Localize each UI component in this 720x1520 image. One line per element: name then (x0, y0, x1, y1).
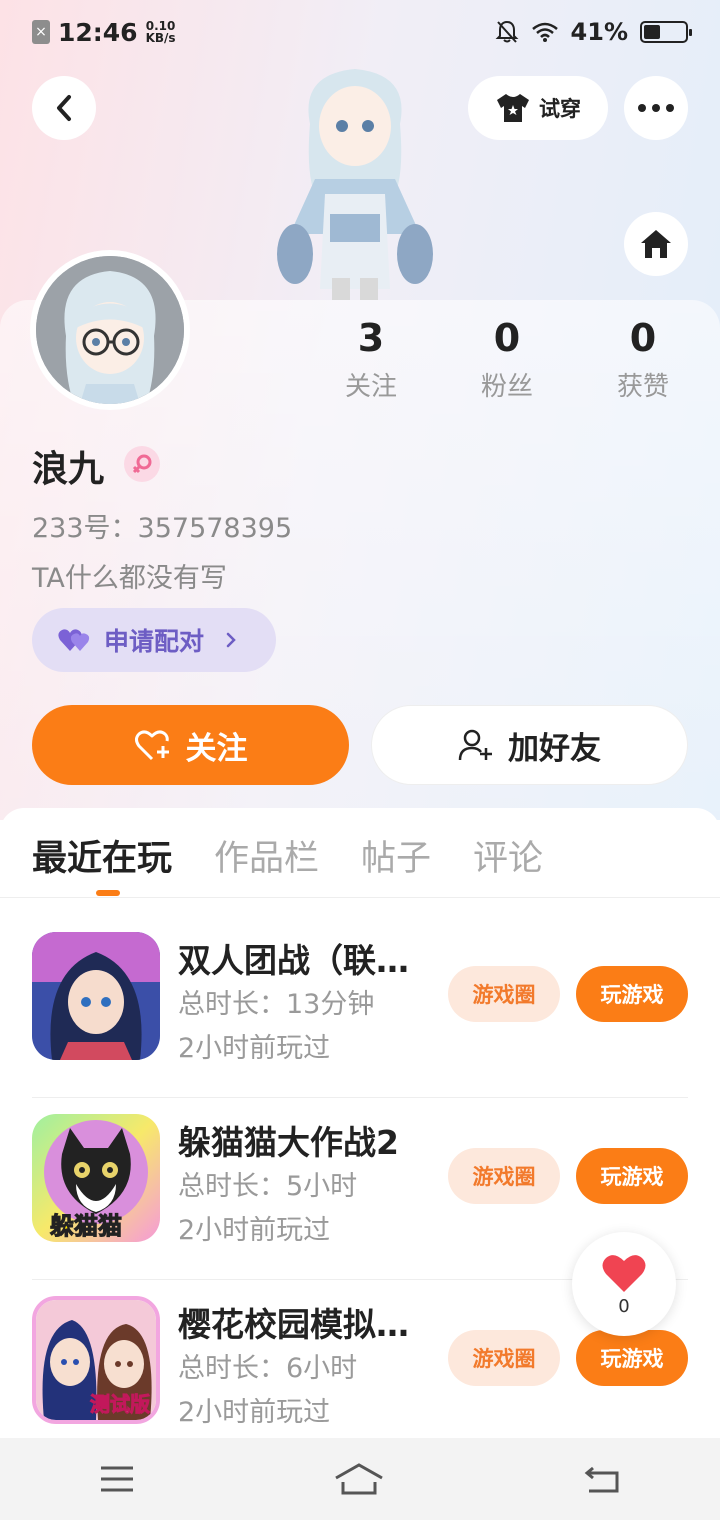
tab-works[interactable]: 作品栏 (214, 830, 319, 881)
profile-name: 浪九 (32, 449, 105, 490)
stat-value: 0 (493, 316, 521, 360)
game-icon-caption: 躲猫猫 (50, 1212, 123, 1241)
battery-percent: 41% (570, 18, 628, 46)
no-sim-icon: × (32, 20, 50, 44)
game-icon (32, 932, 160, 1060)
stat-value: 0 (629, 316, 657, 360)
chevron-right-icon (226, 632, 236, 648)
game-row[interactable]: 双人团战（联… 总时长：13分钟 2小时前玩过 游戏圈 玩游戏 (0, 916, 720, 1098)
system-nav-bar (0, 1438, 720, 1520)
game-last-played: 2小时前玩过 (178, 1397, 331, 1428)
status-time: 12:46 (58, 17, 138, 47)
game-duration: 总时长：5小时 (178, 1171, 358, 1202)
menu-icon[interactable] (99, 1465, 135, 1493)
avatar[interactable] (30, 250, 190, 410)
stat-following[interactable]: 3 关注 (311, 316, 431, 403)
home-icon (641, 230, 671, 258)
game-circle-button[interactable]: 游戏圈 (448, 1148, 560, 1204)
tshirt-icon (497, 94, 529, 122)
game-duration: 总时长：6小时 (178, 1353, 358, 1384)
back-nav-icon[interactable] (583, 1464, 621, 1494)
try-on-button[interactable]: 试穿 (468, 76, 608, 140)
user-id: 233号：357578395 (32, 513, 293, 544)
follow-label: 关注 (185, 730, 248, 767)
tab-recent-play[interactable]: 最近在玩 (32, 830, 172, 881)
more-dots-icon (638, 104, 674, 112)
game-last-played: 2小时前玩过 (178, 1215, 331, 1246)
game-last-played: 2小时前玩过 (178, 1033, 331, 1064)
back-button[interactable] (32, 76, 96, 140)
game-circle-button[interactable]: 游戏圈 (448, 1330, 560, 1386)
game-icon: 测试版 (32, 1296, 160, 1424)
profile-bio: TA什么都没有写 (32, 563, 227, 594)
like-count: 0 (618, 1295, 630, 1317)
play-game-button[interactable]: 玩游戏 (576, 1330, 688, 1386)
tab-bar: 最近在玩 作品栏 帖子 评论 (32, 830, 543, 881)
heart-plus-icon (134, 730, 169, 761)
wifi-icon (531, 22, 558, 42)
game-icon-caption: 测试版 (90, 1392, 151, 1417)
status-bar: × 12:46 0.10 KB/s 41% (0, 0, 720, 64)
chevron-left-icon (57, 95, 71, 121)
game-circle-button[interactable]: 游戏圈 (448, 966, 560, 1022)
floating-like-button[interactable]: 0 (572, 1232, 676, 1336)
female-gender-icon (124, 446, 160, 482)
game-duration: 总时长：13分钟 (178, 989, 375, 1020)
more-button[interactable] (624, 76, 688, 140)
stat-label: 获赞 (616, 372, 669, 402)
tab-divider (0, 897, 720, 898)
add-user-icon (458, 729, 492, 761)
network-speed: 0.10 KB/s (145, 19, 176, 45)
play-game-button[interactable]: 玩游戏 (576, 966, 688, 1022)
game-title: 樱花校园模拟… (178, 1305, 409, 1344)
stat-label: 关注 (344, 372, 397, 402)
tab-comments[interactable]: 评论 (473, 830, 543, 881)
stat-fans[interactable]: 0 粉丝 (447, 316, 567, 403)
home-nav-icon[interactable] (334, 1462, 384, 1496)
follow-button[interactable]: 关注 (32, 705, 349, 785)
try-on-label: 试穿 (539, 97, 581, 121)
stat-likes[interactable]: 0 获赞 (583, 316, 703, 403)
heart-icon (602, 1254, 646, 1292)
apply-pair-button[interactable]: 申请配对 (32, 608, 276, 672)
double-heart-icon (58, 629, 90, 651)
game-icon: 躲猫猫 (32, 1114, 160, 1242)
battery-icon (640, 21, 692, 43)
add-friend-button[interactable]: 加好友 (371, 705, 688, 785)
stat-value: 3 (357, 316, 385, 360)
mute-bell-icon (495, 20, 518, 43)
active-tab-indicator (96, 890, 120, 896)
stat-label: 粉丝 (480, 372, 533, 402)
character-figure (270, 64, 440, 300)
game-title: 双人团战（联… (178, 941, 409, 980)
game-title: 躲猫猫大作战2 (178, 1123, 399, 1162)
apply-pair-label: 申请配对 (104, 627, 205, 656)
home-button[interactable] (624, 212, 688, 276)
tab-posts[interactable]: 帖子 (361, 830, 431, 881)
play-game-button[interactable]: 玩游戏 (576, 1148, 688, 1204)
add-friend-label: 加好友 (508, 730, 601, 767)
